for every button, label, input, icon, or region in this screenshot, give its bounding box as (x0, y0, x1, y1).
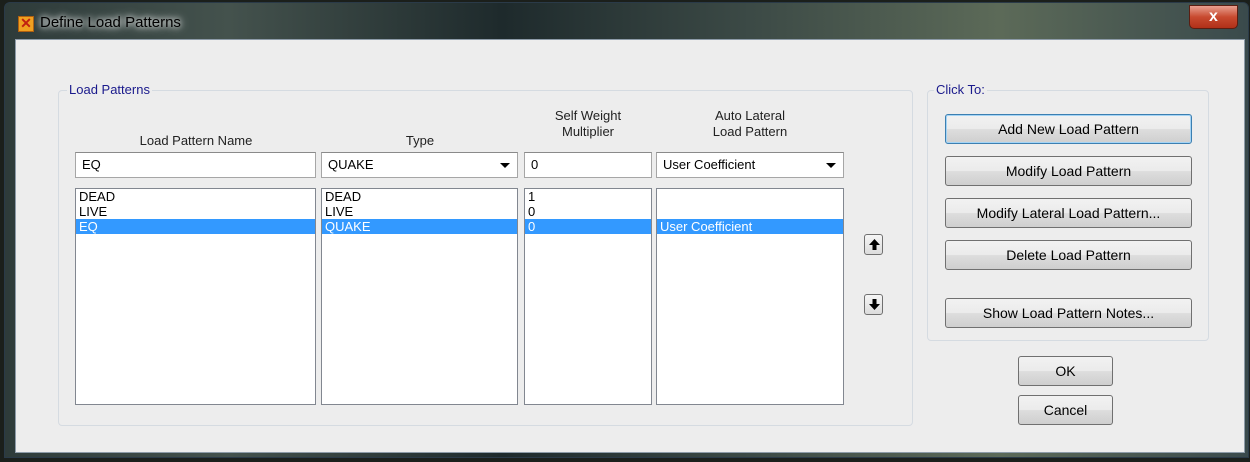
app-icon: ✕ (18, 16, 34, 32)
type-select-value: QUAKE (328, 157, 374, 172)
dialog-window: ✕ Define Load Patterns x Load Patterns L… (4, 2, 1249, 458)
name-list[interactable]: DEAD LIVE EQ (75, 188, 316, 405)
title-bar[interactable]: ✕ Define Load Patterns x (5, 3, 1248, 41)
dialog-body: Load Patterns Load Pattern Name Type Sel… (15, 39, 1245, 453)
header-type: Type (405, 133, 435, 148)
close-button[interactable]: x (1189, 5, 1238, 29)
arrow-down-icon (869, 299, 880, 310)
header-auto-lateral: Auto Lateral Load Pattern (656, 108, 844, 140)
header-self-weight: Self Weight Multiplier (524, 108, 652, 140)
window-title: Define Load Patterns (40, 14, 181, 31)
move-up-button[interactable] (864, 234, 883, 255)
self-weight-input[interactable]: 0 (524, 152, 652, 178)
list-item[interactable]: LIVE (322, 204, 517, 219)
arrow-up-icon (869, 239, 880, 250)
ok-button[interactable]: OK (1018, 356, 1113, 386)
list-item[interactable]: 1 (525, 189, 651, 204)
list-item[interactable] (657, 204, 843, 219)
auto-lateral-list[interactable]: User Coefficient (656, 188, 844, 405)
show-notes-button[interactable]: Show Load Pattern Notes... (945, 298, 1192, 328)
load-patterns-group-title: Load Patterns (67, 82, 152, 97)
list-item[interactable]: LIVE (76, 204, 315, 219)
auto-lateral-select[interactable]: User Coefficient (656, 152, 844, 178)
modify-lateral-load-pattern-button[interactable]: Modify Lateral Load Pattern... (945, 198, 1192, 228)
modify-load-pattern-button[interactable]: Modify Load Pattern (945, 156, 1192, 186)
list-item[interactable]: 0 (525, 204, 651, 219)
header-auto-lateral-line2: Load Pattern (712, 124, 788, 139)
auto-lateral-select-value: User Coefficient (663, 157, 756, 172)
list-item-selected[interactable]: User Coefficient (657, 219, 843, 234)
add-load-pattern-button[interactable]: Add New Load Pattern (945, 114, 1192, 144)
list-item[interactable]: DEAD (322, 189, 517, 204)
delete-load-pattern-button[interactable]: Delete Load Pattern (945, 240, 1192, 270)
list-item-selected[interactable]: 0 (525, 219, 651, 234)
chevron-down-icon (826, 163, 836, 168)
self-weight-list[interactable]: 1 0 0 (524, 188, 652, 405)
header-load-pattern-name: Load Pattern Name (139, 133, 253, 148)
type-select[interactable]: QUAKE (321, 152, 518, 178)
move-down-button[interactable] (864, 294, 883, 315)
list-item[interactable]: DEAD (76, 189, 315, 204)
chevron-down-icon (500, 163, 510, 168)
click-to-group-title: Click To: (934, 82, 987, 97)
header-self-weight-line1: Self Weight (554, 108, 622, 123)
type-list[interactable]: DEAD LIVE QUAKE (321, 188, 518, 405)
load-pattern-name-input[interactable]: EQ (75, 152, 316, 178)
header-self-weight-line2: Multiplier (561, 124, 614, 139)
list-item[interactable] (657, 189, 843, 204)
cancel-button[interactable]: Cancel (1018, 395, 1113, 425)
list-item-selected[interactable]: EQ (76, 219, 315, 234)
header-auto-lateral-line1: Auto Lateral (714, 108, 786, 123)
list-item-selected[interactable]: QUAKE (322, 219, 517, 234)
